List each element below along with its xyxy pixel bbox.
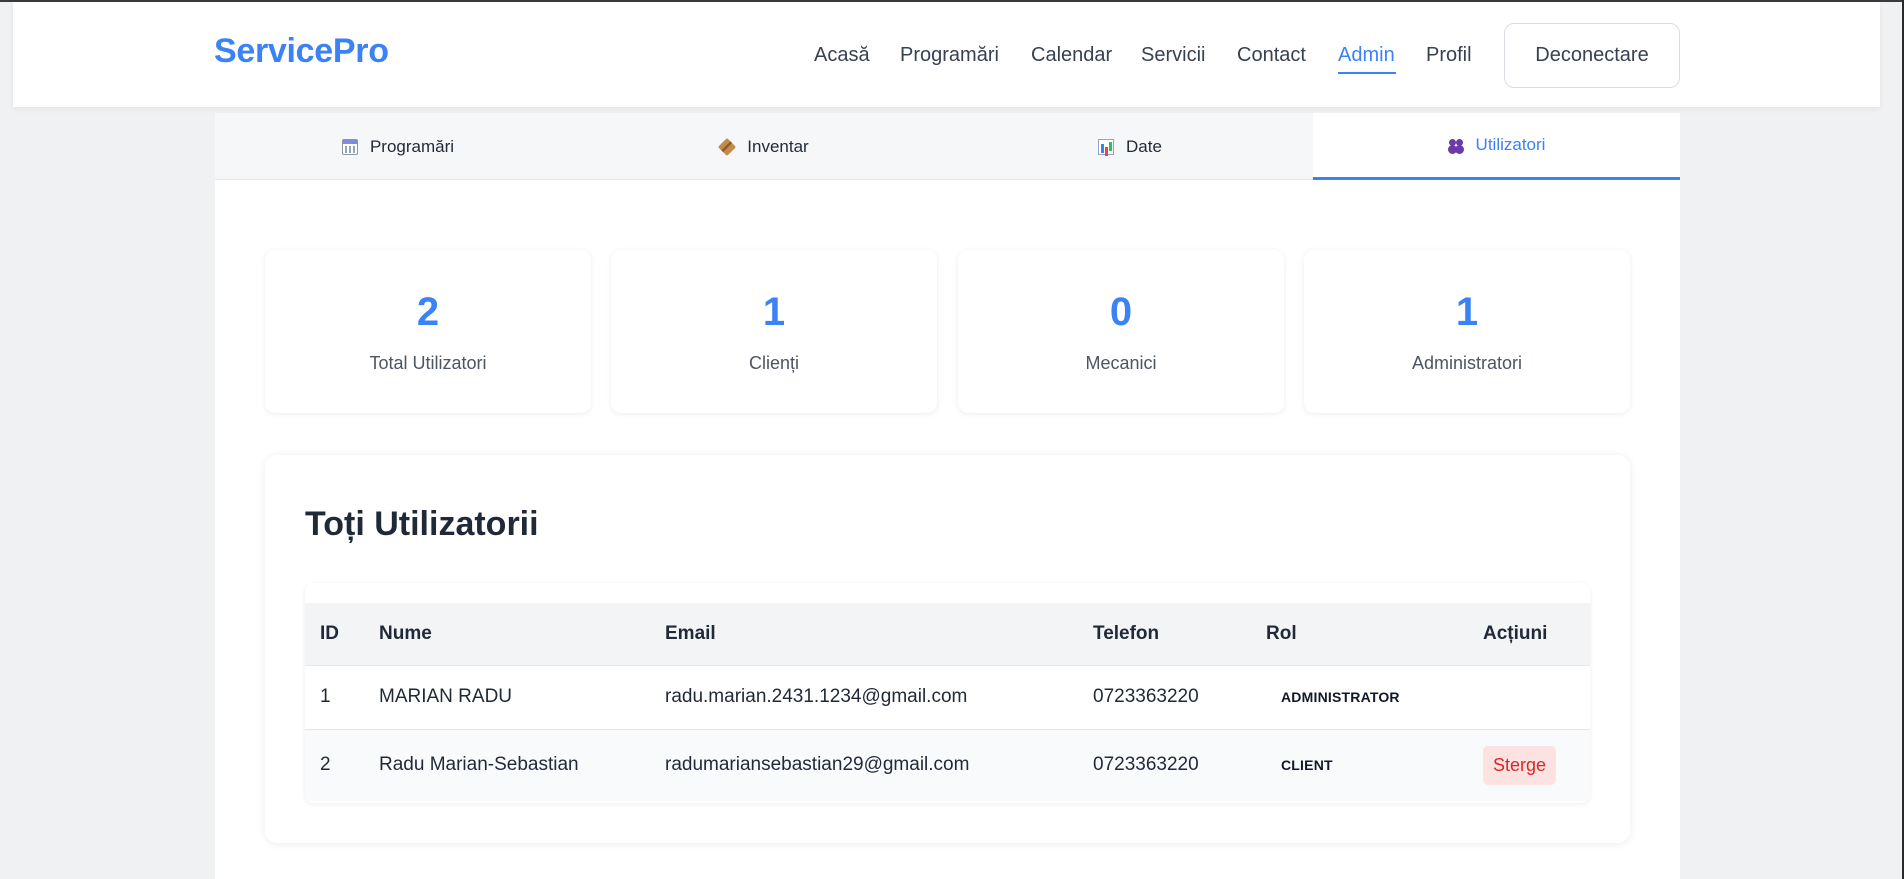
table-row: 1 MARIAN RADU radu.marian.2431.1234@gmai…: [305, 665, 1590, 729]
col-role: Rol: [1266, 622, 1297, 644]
col-id: ID: [320, 622, 339, 644]
users-card: Toți Utilizatorii ID Nume Email Telefon …: [265, 455, 1630, 843]
stat-label: Mecanici: [1085, 353, 1157, 373]
role-badge: ADMINISTRATOR: [1281, 689, 1400, 705]
bar-chart-icon: [1098, 138, 1115, 155]
nav-acasa[interactable]: Acasă: [814, 44, 870, 67]
delete-user-button[interactable]: Sterge: [1483, 745, 1557, 785]
logout-button[interactable]: Deconectare: [1504, 23, 1680, 88]
stat-admins: 1 Administratori: [1304, 250, 1630, 413]
nav-contact[interactable]: Contact: [1237, 44, 1306, 67]
admin-tabs: Programări Inventar Date Utilizatori: [215, 113, 1680, 180]
users-table: ID Nume Email Telefon Rol Acțiuni 1 MARI…: [305, 603, 1590, 801]
tab-label: Date: [1126, 136, 1162, 156]
stat-value: 2: [416, 290, 440, 334]
stat-label: Administratori: [1411, 353, 1523, 373]
cell-id: 1: [320, 686, 331, 707]
col-phone: Telefon: [1093, 622, 1160, 644]
stat-clients: 1 Clienți: [611, 250, 937, 413]
nav-calendar[interactable]: Calendar: [1031, 44, 1112, 67]
col-email: Email: [665, 622, 716, 644]
users-icon: [1448, 137, 1464, 153]
col-actions: Acțiuni: [1483, 622, 1548, 644]
stat-value: 1: [1455, 290, 1479, 334]
cell-phone: 0723363220: [1093, 754, 1199, 776]
nav-admin[interactable]: Admin: [1338, 44, 1395, 67]
cell-email: radu.marian.2431.1234@gmail.com: [665, 686, 968, 707]
nav-servicii[interactable]: Servicii: [1141, 44, 1205, 67]
tab-date[interactable]: Date: [947, 113, 1313, 180]
stat-label: Total Utilizatori: [369, 353, 487, 373]
tab-label: Utilizatori: [1475, 135, 1546, 154]
top-header: ServicePro Acasă Programări Calendar Ser…: [13, 2, 1880, 107]
stat-value: 0: [1109, 290, 1133, 334]
table-row: 2 Radu Marian-Sebastian radumariansebast…: [305, 729, 1590, 801]
cell-email: radumariansebastian29@gmail.com: [665, 754, 970, 776]
calendar-icon: [341, 138, 358, 155]
stat-label: Clienți: [748, 353, 800, 373]
users-table-wrapper: ID Nume Email Telefon Rol Acțiuni 1 MARI…: [305, 583, 1590, 803]
tab-label: Inventar: [747, 136, 809, 156]
tab-inventar[interactable]: Inventar: [581, 113, 947, 180]
nav-programari[interactable]: Programări: [900, 44, 999, 67]
cell-id: 2: [320, 754, 331, 776]
col-name: Nume: [379, 622, 432, 644]
cell-name: Radu Marian-Sebastian: [379, 754, 579, 776]
tab-label: Programări: [369, 136, 455, 156]
package-icon: [718, 137, 737, 156]
cell-actions: Sterge: [1468, 729, 1590, 801]
table-header-row: ID Nume Email Telefon Rol Acțiuni: [305, 603, 1590, 665]
cell-name: MARIAN RADU: [379, 686, 513, 707]
stat-mechanics: 0 Mecanici: [958, 250, 1284, 413]
nav-profil[interactable]: Profil: [1426, 44, 1472, 67]
logo[interactable]: ServicePro: [214, 32, 389, 71]
stat-value: 1: [762, 290, 786, 334]
tab-utilizatori[interactable]: Utilizatori: [1313, 113, 1680, 180]
nav-active-underline: [1338, 72, 1396, 74]
cell-actions: [1468, 665, 1590, 729]
stat-total-users: 2 Total Utilizatori: [265, 250, 591, 413]
cell-role: CLIENT: [1251, 729, 1468, 801]
section-title: Toți Utilizatorii: [305, 505, 539, 543]
role-badge: CLIENT: [1281, 757, 1333, 774]
cell-phone: 0723363220: [1093, 686, 1199, 707]
tab-programari[interactable]: Programări: [215, 113, 581, 180]
cell-role: ADMINISTRATOR: [1251, 665, 1468, 729]
